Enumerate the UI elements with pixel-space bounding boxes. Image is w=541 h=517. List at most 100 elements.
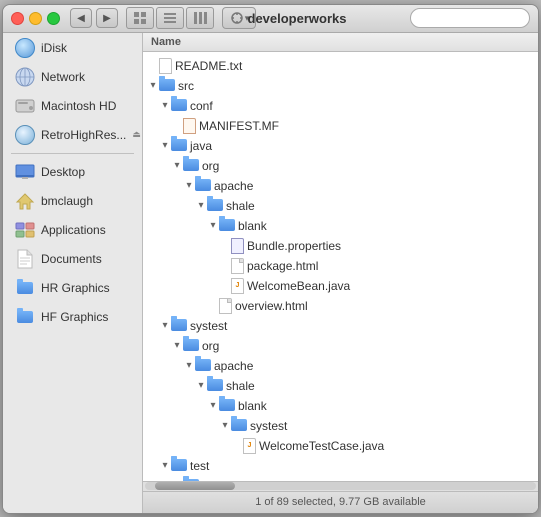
- expand-triangle[interactable]: [159, 140, 171, 152]
- sidebar-item-hr-graphics[interactable]: HR Graphics: [7, 274, 138, 302]
- expand-triangle[interactable]: [219, 420, 231, 432]
- tree-item[interactable]: Bundle.properties: [143, 236, 538, 256]
- item-label: blank: [238, 219, 267, 233]
- sidebar-item-desktop[interactable]: Desktop: [7, 158, 138, 186]
- network-icon: [15, 67, 35, 87]
- tree-item[interactable]: package.html: [143, 256, 538, 276]
- tree-item[interactable]: java: [143, 136, 538, 156]
- tree-item[interactable]: src: [143, 76, 538, 96]
- sidebar-label: Network: [41, 70, 85, 84]
- expand-triangle: [231, 440, 243, 452]
- applications-icon: [15, 220, 35, 240]
- expand-triangle[interactable]: [159, 320, 171, 332]
- expand-triangle: [219, 260, 231, 272]
- maximize-button[interactable]: [47, 12, 60, 25]
- item-label: shale: [226, 199, 255, 213]
- sidebar-item-documents[interactable]: Documents: [7, 245, 138, 273]
- forward-button[interactable]: ▶: [96, 8, 118, 28]
- expand-triangle[interactable]: [195, 380, 207, 392]
- status-text: 1 of 89 selected, 9.77 GB available: [255, 496, 426, 508]
- tree-item[interactable]: blank: [143, 216, 538, 236]
- sidebar-item-retrohighres[interactable]: RetroHighRes... ⏏: [7, 121, 138, 149]
- expand-triangle[interactable]: [207, 220, 219, 232]
- finder-window: ◀ ▶ ▾ developerworks: [2, 4, 539, 514]
- tree-item[interactable]: MANIFEST.MF: [143, 116, 538, 136]
- tree-item[interactable]: apache: [143, 176, 538, 196]
- expand-triangle: [171, 120, 183, 132]
- expand-triangle[interactable]: [183, 360, 195, 372]
- tree-item[interactable]: shale: [143, 376, 538, 396]
- tree-item[interactable]: org: [143, 336, 538, 356]
- item-label: apache: [214, 179, 253, 193]
- sidebar-label: Macintosh HD: [41, 99, 116, 113]
- folder-icon: [207, 379, 223, 392]
- tree-item[interactable]: shale: [143, 196, 538, 216]
- folder-icon: [219, 219, 235, 232]
- tree-item[interactable]: test: [143, 456, 538, 476]
- sidebar-item-macintosh-hd[interactable]: Macintosh HD: [7, 92, 138, 120]
- tree-item[interactable]: blank: [143, 396, 538, 416]
- statusbar: 1 of 89 selected, 9.77 GB available: [143, 491, 538, 513]
- sidebar-item-home[interactable]: bmclaugh: [7, 187, 138, 215]
- expand-triangle[interactable]: [183, 180, 195, 192]
- tree-item[interactable]: overview.html: [143, 296, 538, 316]
- item-label: systest: [190, 319, 227, 333]
- tree-item[interactable]: systest: [143, 416, 538, 436]
- expand-triangle[interactable]: [207, 400, 219, 412]
- item-label: overview.html: [235, 299, 308, 313]
- folder-icon: [183, 159, 199, 172]
- list-view-button[interactable]: [156, 7, 184, 29]
- home-icon: [15, 191, 35, 211]
- file-html-icon: [219, 298, 232, 314]
- item-label: test: [190, 459, 209, 473]
- item-label: Bundle.properties: [247, 239, 341, 253]
- file-html-icon: [231, 258, 244, 274]
- sidebar-label: Desktop: [41, 165, 85, 179]
- titlebar: ◀ ▶ ▾ developerworks: [3, 5, 538, 33]
- expand-triangle: [219, 240, 231, 252]
- documents-icon: [15, 249, 35, 269]
- icon-view-button[interactable]: [126, 7, 154, 29]
- expand-triangle[interactable]: [159, 100, 171, 112]
- tree-item[interactable]: conf: [143, 96, 538, 116]
- search-input[interactable]: [410, 8, 530, 28]
- expand-triangle[interactable]: [159, 460, 171, 472]
- scrollbar-thumb[interactable]: [155, 482, 235, 490]
- expand-triangle[interactable]: [147, 80, 159, 92]
- sidebar-label: Documents: [41, 252, 102, 266]
- sidebar-item-idisk[interactable]: iDisk: [7, 34, 138, 62]
- file-icon: [159, 58, 172, 74]
- sidebar-label: RetroHighRes...: [41, 128, 126, 142]
- close-button[interactable]: [11, 12, 24, 25]
- sidebar-label: HR Graphics: [41, 281, 110, 295]
- sidebar: iDisk Network: [3, 33, 143, 513]
- folder-icon: [195, 359, 211, 372]
- tree-item[interactable]: README.txt: [143, 56, 538, 76]
- item-label: systest: [250, 419, 287, 433]
- folder-icon: [171, 459, 187, 472]
- back-button[interactable]: ◀: [70, 8, 92, 28]
- sidebar-label: bmclaugh: [41, 194, 93, 208]
- expand-triangle[interactable]: [195, 200, 207, 212]
- tree-item[interactable]: JWelcomeBean.java: [143, 276, 538, 296]
- item-label: src: [178, 79, 194, 93]
- expand-triangle[interactable]: [171, 340, 183, 352]
- horizontal-scrollbar[interactable]: [143, 481, 538, 491]
- folder-icon: [207, 199, 223, 212]
- file-tree[interactable]: README.txt src confMANIFEST.MF java org …: [143, 52, 538, 481]
- item-label: org: [202, 159, 219, 173]
- tree-item[interactable]: systest: [143, 316, 538, 336]
- sidebar-item-hf-graphics[interactable]: HF Graphics: [7, 303, 138, 331]
- item-label: MANIFEST.MF: [199, 119, 279, 133]
- window-title: developerworks: [184, 11, 410, 26]
- minimize-button[interactable]: [29, 12, 42, 25]
- sidebar-item-network[interactable]: Network: [7, 63, 138, 91]
- sidebar-divider: [11, 153, 134, 154]
- tree-item[interactable]: JWelcomeTestCase.java: [143, 436, 538, 456]
- file-java-icon: J: [231, 278, 244, 294]
- tree-item[interactable]: apache: [143, 356, 538, 376]
- sidebar-item-applications[interactable]: Applications: [7, 216, 138, 244]
- eject-button[interactable]: ⏏: [132, 128, 141, 142]
- expand-triangle[interactable]: [171, 160, 183, 172]
- tree-item[interactable]: org: [143, 156, 538, 176]
